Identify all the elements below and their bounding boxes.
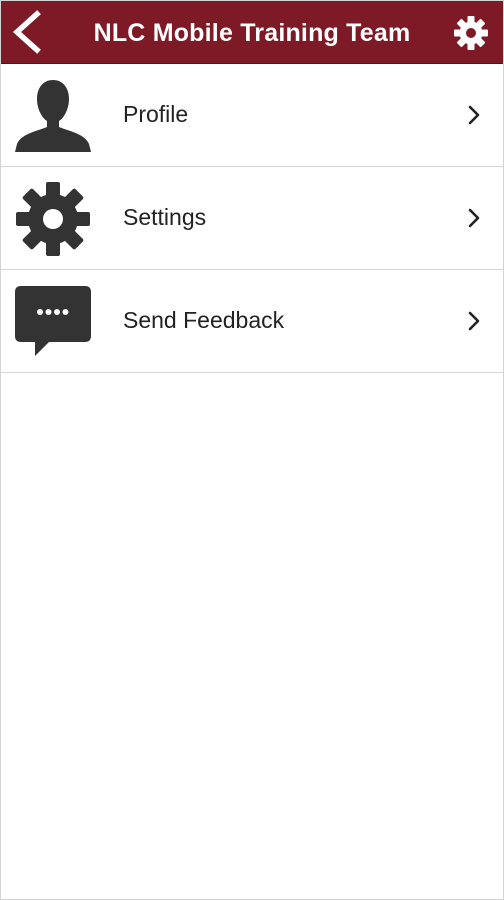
- gear-icon: [454, 16, 488, 50]
- person-icon: [15, 80, 91, 152]
- menu-item-settings[interactable]: Settings: [1, 167, 503, 270]
- app-screen: NLC Mobile Training Team Profile Setting…: [0, 0, 504, 900]
- gear-icon: [16, 182, 90, 256]
- chevron-right-icon: [468, 208, 480, 228]
- chevron-right-icon: [468, 311, 480, 331]
- menu-item-label: Send Feedback: [123, 307, 285, 333]
- menu-item-send-feedback[interactable]: Send Feedback: [1, 270, 503, 373]
- page-title: NLC Mobile Training Team: [93, 19, 411, 47]
- chat-bubble-icon: [15, 286, 91, 356]
- menu-item-label: Profile: [123, 101, 189, 127]
- back-arrow-icon: [12, 10, 41, 54]
- back-button[interactable]: [7, 9, 51, 55]
- settings-button[interactable]: [453, 15, 489, 51]
- menu-item-label: Settings: [123, 204, 207, 230]
- menu-list: Profile Settings Send Feedback: [1, 64, 503, 373]
- menu-item-profile[interactable]: Profile: [1, 64, 503, 167]
- chevron-right-icon: [468, 105, 480, 125]
- app-header: NLC Mobile Training Team: [1, 1, 503, 64]
